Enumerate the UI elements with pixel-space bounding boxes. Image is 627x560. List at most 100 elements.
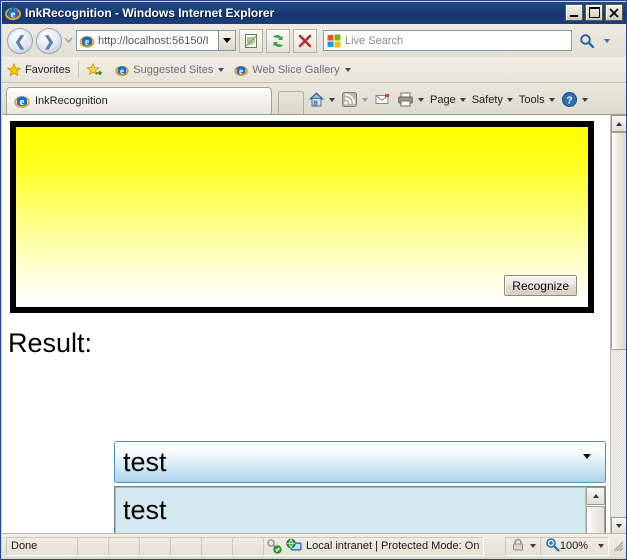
compatibility-view-button[interactable] [239,28,263,53]
ie-page-icon: e [115,63,130,77]
star-icon [6,62,22,77]
security-zone-cell[interactable]: Local intranet | Protected Mode: On [263,536,485,556]
triangle-up-icon [592,494,599,498]
favorites-item-web-slice-gallery[interactable]: e Web Slice Gallery [229,60,355,80]
window-title-bar: e InkRecognition - Windows Internet Expl… [2,2,626,24]
print-icon [397,91,414,108]
web-page-content: Recognize Result: test test Test Fest be [2,115,610,534]
page-viewport: Recognize Result: test test Test Fest be [2,114,626,534]
zoom-control[interactable]: 100% [539,536,609,556]
feeds-button[interactable] [338,89,371,111]
recent-pages-button[interactable] [62,37,75,45]
svg-text:e: e [239,65,243,75]
dropdown-scrollbar[interactable] [585,487,605,534]
scrollbar-track[interactable] [611,132,626,517]
page-icon: e [79,33,95,49]
window-title-text: InkRecognition - Windows Internet Explor… [25,6,275,20]
chevron-down-icon [223,38,231,43]
add-to-favorites-bar-button[interactable] [82,60,110,80]
mail-icon [374,91,391,108]
print-button[interactable] [394,89,427,111]
zoom-level-text: 100% [559,540,588,552]
tools-menu-label: Tools [518,93,545,106]
tab-inkrecognition[interactable]: e InkRecognition [6,87,272,114]
protected-mode-button[interactable] [504,536,541,556]
favorites-item-label: Suggested Sites [133,63,214,76]
navigation-bar: ❮ ❯ e http://localhost:56150/I Live Sear… [2,24,626,57]
favorites-label: Favorites [25,63,71,76]
internet-explorer-window: e InkRecognition - Windows Internet Expl… [0,0,627,560]
forward-arrow-icon: ❯ [43,32,55,49]
ie-page-icon: e [234,63,249,77]
page-menu-button[interactable]: Page [427,89,469,111]
chevron-down-icon [583,454,591,476]
chevron-down-icon [529,544,536,548]
favorites-button[interactable]: Favorites [2,60,75,80]
result-combobox[interactable]: test [114,441,606,483]
page-menu-label: Page [430,93,456,106]
maximize-button[interactable] [585,4,603,21]
scroll-up-button[interactable] [611,115,626,132]
minimize-button[interactable] [565,4,583,21]
help-icon: ? [561,91,578,108]
favorites-bar: Favorites e Suggested Sites e Web Slice … [2,57,626,83]
close-button[interactable] [605,4,623,21]
address-dropdown-button[interactable] [218,31,235,50]
address-bar[interactable]: e http://localhost:56150/I [76,30,236,51]
ink-drawing-surface[interactable]: Recognize [10,121,594,313]
scrollbar-thumb[interactable] [611,132,626,350]
chevron-down-icon [418,97,424,102]
triangle-down-icon [616,523,622,528]
chevron-down-icon [329,97,335,102]
status-cell [108,536,140,556]
chevron-down-icon [604,38,610,43]
status-cell [139,536,171,556]
help-button[interactable]: ? [558,89,591,111]
chevron-down-icon [506,97,513,102]
chevron-down-icon [362,97,368,102]
new-tab-button[interactable] [278,91,304,114]
result-combobox-dropdown-list[interactable]: test Test Fest best [114,486,606,534]
search-icon [580,33,595,48]
ie-logo-icon: e [5,5,21,21]
dropdown-options: test Test Fest best [115,487,586,534]
address-input[interactable]: http://localhost:56150/I [98,35,218,47]
status-cell [170,536,202,556]
favorites-item-suggested-sites[interactable]: e Suggested Sites [110,60,229,80]
result-row: Result: [2,320,610,366]
dropdown-scroll-up-button[interactable] [586,487,605,505]
result-label: Result: [8,327,93,358]
stop-x-icon [298,34,312,47]
combobox-dropdown-button[interactable] [583,454,591,477]
page-vertical-scrollbar[interactable] [610,115,626,534]
refresh-button[interactable] [266,28,290,53]
search-box[interactable]: Live Search [323,30,572,51]
scroll-down-button[interactable] [611,517,626,534]
mail-button[interactable] [371,89,394,111]
triangle-up-icon [616,121,622,126]
search-input[interactable]: Live Search [345,35,403,47]
back-button[interactable]: ❮ [7,27,33,54]
svg-text:e: e [20,97,25,108]
forward-button[interactable]: ❯ [36,27,62,54]
dropdown-option-test-lower[interactable]: test [115,487,586,534]
refresh-icon [273,34,283,47]
zoom-magnifier-icon [545,537,560,555]
lock-icon [510,537,526,556]
search-provider-dropdown[interactable] [600,29,614,52]
chevron-down-icon [459,97,466,102]
chevron-down-icon [548,97,555,102]
stop-button[interactable] [293,28,317,53]
result-combobox-value: test [123,446,167,477]
dropdown-scrollbar-thumb[interactable] [586,506,605,534]
tools-menu-button[interactable]: Tools [516,89,558,111]
search-go-button[interactable] [574,29,600,52]
safety-menu-button[interactable]: Safety [469,89,516,111]
home-button[interactable] [305,89,338,111]
recognize-button[interactable]: Recognize [504,275,577,296]
rss-feed-icon [341,91,358,108]
chevron-down-icon [598,544,604,548]
compatibility-view-icon [245,33,257,48]
add-star-icon [86,62,103,77]
resize-grip[interactable] [611,539,625,553]
